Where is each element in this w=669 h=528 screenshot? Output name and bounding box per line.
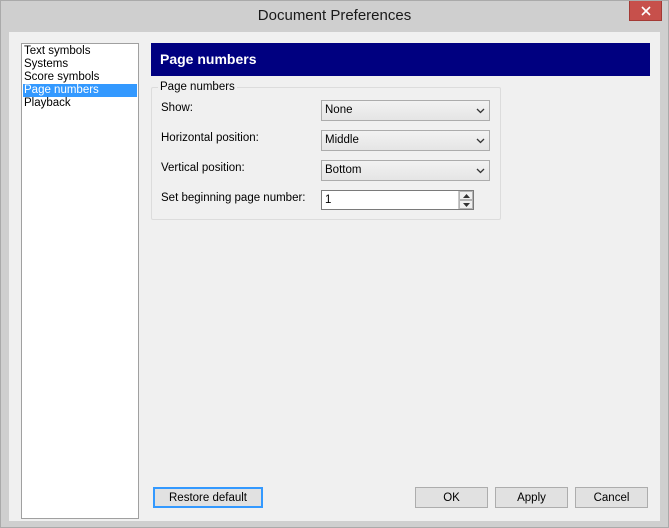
vertical-position-select[interactable]: Bottom — [321, 160, 490, 181]
page-numbers-group: Page numbers Show: None Horizontal posit… — [151, 81, 501, 220]
show-select[interactable]: None — [321, 100, 490, 121]
category-list[interactable]: Text symbols Systems Score symbols Page … — [21, 43, 139, 519]
vertical-position-value: Bottom — [325, 164, 362, 176]
nav-item-playback[interactable]: Playback — [23, 97, 137, 110]
beginning-page-number-value: 1 — [325, 194, 332, 206]
spin-up-button[interactable] — [459, 191, 473, 200]
vertical-position-label: Vertical position: — [161, 162, 245, 174]
show-value: None — [325, 104, 353, 116]
horizontal-position-label: Horizontal position: — [161, 132, 259, 144]
nav-item-page-numbers[interactable]: Page numbers — [23, 84, 137, 97]
beginning-page-number-label: Set beginning page number: — [161, 192, 306, 204]
nav-item-systems[interactable]: Systems — [23, 58, 137, 71]
spin-buttons — [458, 191, 473, 209]
show-label: Show: — [161, 102, 193, 114]
dialog-window: Document Preferences Text symbols System… — [0, 0, 669, 528]
horizontal-position-value: Middle — [325, 134, 359, 146]
nav-item-score-symbols[interactable]: Score symbols — [23, 71, 137, 84]
horizontal-position-select[interactable]: Middle — [321, 130, 490, 151]
window-title: Document Preferences — [257, 7, 412, 24]
spin-up-icon — [462, 193, 470, 198]
cancel-button[interactable]: Cancel — [575, 487, 648, 508]
section-header: Page numbers — [151, 43, 650, 76]
apply-button[interactable]: Apply — [495, 487, 568, 508]
restore-default-button[interactable]: Restore default — [153, 487, 263, 508]
chevron-down-icon — [476, 161, 485, 180]
group-title: Page numbers — [158, 81, 237, 93]
dialog-client: Text symbols Systems Score symbols Page … — [9, 32, 660, 521]
close-button[interactable] — [629, 1, 662, 21]
beginning-page-number-input[interactable]: 1 — [321, 190, 474, 210]
chevron-down-icon — [476, 131, 485, 150]
close-icon — [640, 5, 651, 16]
nav-item-text-symbols[interactable]: Text symbols — [23, 45, 137, 58]
spin-down-icon — [462, 202, 470, 207]
title-bar[interactable]: Document Preferences — [1, 1, 668, 32]
chevron-down-icon — [476, 101, 485, 120]
ok-button[interactable]: OK — [415, 487, 488, 508]
spin-down-button[interactable] — [459, 200, 473, 209]
